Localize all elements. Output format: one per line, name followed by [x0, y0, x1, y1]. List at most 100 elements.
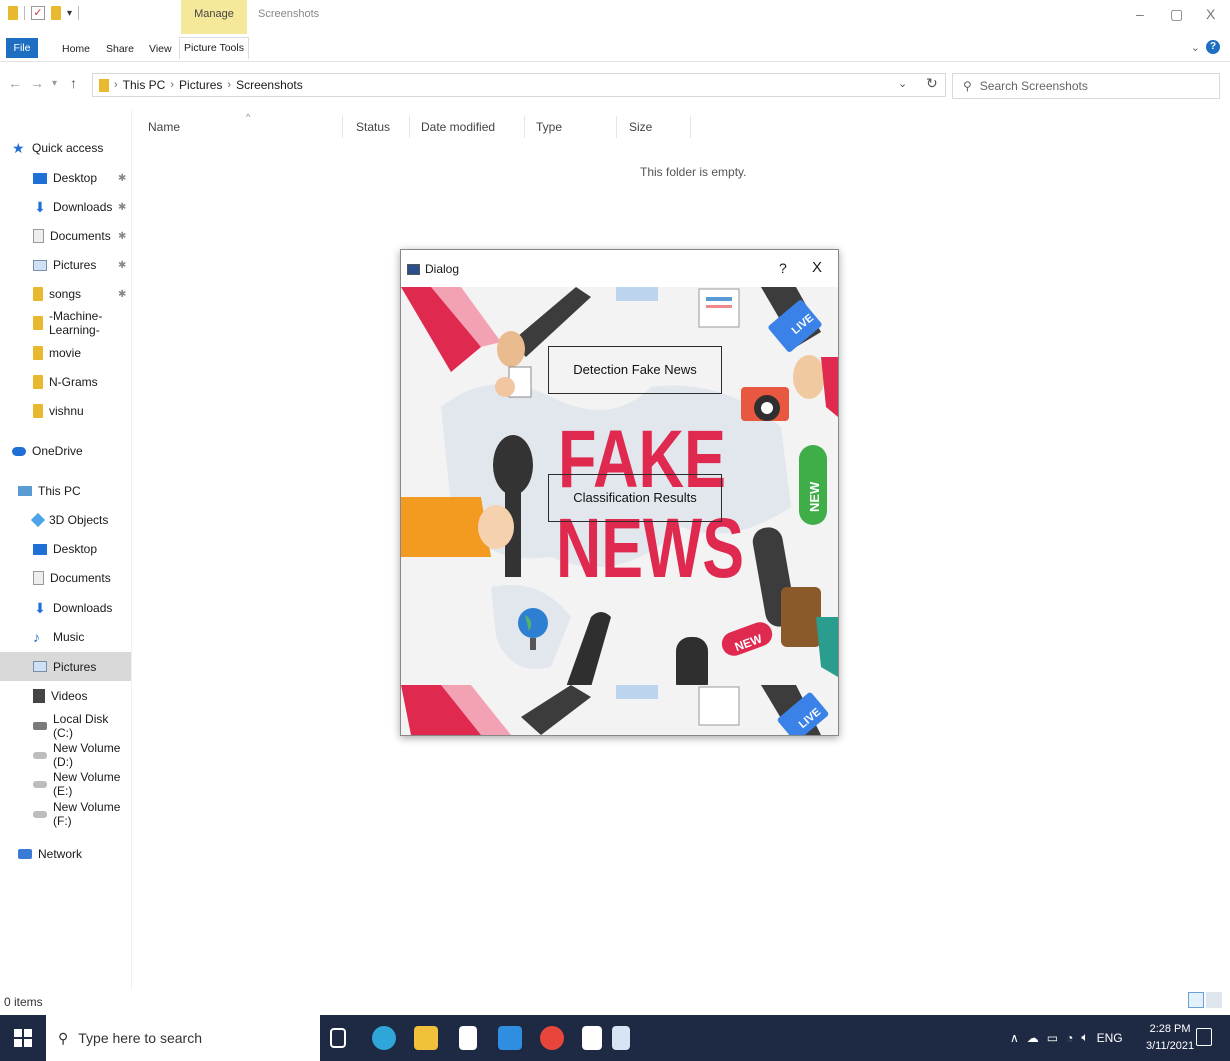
folder-icon — [33, 404, 43, 418]
up-arrow-icon[interactable]: ↑ — [70, 75, 77, 91]
sidebar-item-onedrive[interactable]: OneDrive — [0, 439, 131, 463]
dialog-help-button[interactable]: ? — [779, 260, 787, 276]
sidebar-item-downloads-pc[interactable]: ⬇ Downloads — [0, 596, 131, 620]
search-box[interactable]: ⚲ Search Screenshots — [952, 73, 1220, 99]
sidebar-item-vishnu[interactable]: vishnu — [0, 399, 131, 423]
forward-arrow-icon[interactable]: → — [30, 75, 44, 91]
breadcrumb-screenshots[interactable]: Screenshots — [236, 78, 303, 92]
pin-icon[interactable]: ✱ — [118, 231, 126, 242]
store-icon[interactable] — [459, 1026, 477, 1050]
customize-toolbar-icon[interactable]: ▾ — [67, 8, 72, 19]
detection-fake-news-button[interactable]: Detection Fake News — [548, 346, 722, 394]
ribbon: File Home Share View Picture Tools ⌄ ? — [0, 34, 1230, 62]
document-icon — [33, 229, 44, 243]
sidebar-item-label: Desktop — [53, 171, 98, 185]
onedrive-tray-icon[interactable]: ☁ — [1027, 1031, 1039, 1045]
pin-icon[interactable]: ✱ — [118, 202, 126, 213]
sidebar-item-3d-objects[interactable]: 3D Objects — [0, 508, 131, 532]
sidebar-item-documents[interactable]: Documents ✱ — [0, 224, 131, 248]
new-folder-icon[interactable] — [51, 6, 61, 20]
empty-folder-message: This folder is empty. — [640, 165, 747, 179]
dialog-close-button[interactable]: X — [812, 259, 822, 276]
pin-icon[interactable]: ✱ — [118, 173, 126, 184]
pin-icon[interactable]: ✱ — [118, 260, 126, 271]
sidebar-item-local-disk-c[interactable]: Local Disk (C:) — [0, 712, 131, 740]
3d-objects-icon — [30, 512, 46, 528]
address-bar[interactable]: › This PC › Pictures › Screenshots — [92, 73, 946, 97]
close-button[interactable]: X — [1206, 6, 1215, 22]
wifi-icon[interactable]: ◔ — [1066, 1031, 1073, 1045]
manage-tab[interactable]: Manage — [181, 8, 247, 20]
address-dropdown-icon[interactable]: ⌄ — [898, 77, 907, 90]
sidebar-item-volume-e[interactable]: New Volume (E:) — [0, 770, 131, 798]
tab-picture-tools[interactable]: Picture Tools — [179, 37, 249, 59]
column-header-size[interactable]: Size — [629, 120, 652, 134]
sidebar-item-songs[interactable]: songs ✱ — [0, 282, 131, 306]
chevron-right-icon[interactable]: › — [170, 79, 174, 91]
maximize-button[interactable]: ▢ — [1170, 6, 1183, 23]
details-view-icon[interactable] — [1188, 992, 1204, 1008]
sidebar-item-movie[interactable]: movie — [0, 341, 131, 365]
window-title: Screenshots — [258, 8, 320, 20]
task-view-icon[interactable] — [330, 1028, 346, 1048]
breadcrumb-pictures[interactable]: Pictures — [179, 78, 222, 92]
python-app-icon[interactable] — [612, 1026, 630, 1050]
minimize-button[interactable]: – — [1136, 6, 1144, 22]
battery-icon[interactable]: ▭ — [1047, 1031, 1058, 1045]
help-icon[interactable]: ? — [1206, 40, 1220, 54]
tab-share[interactable]: Share — [106, 43, 134, 55]
windows-start-icon[interactable] — [14, 1029, 32, 1047]
show-hidden-icons-icon[interactable]: ∧ — [1010, 1031, 1019, 1045]
column-header-name[interactable]: Name — [148, 120, 180, 134]
pin-icon[interactable]: ✱ — [118, 289, 126, 300]
sidebar-item-videos[interactable]: Videos — [0, 684, 131, 708]
sidebar-item-desktop[interactable]: Desktop ✱ — [0, 166, 131, 190]
chevron-right-icon[interactable]: › — [114, 79, 118, 91]
sidebar-item-documents-pc[interactable]: Documents — [0, 566, 131, 590]
taskbar-search-box[interactable]: ⚲ Type here to search — [46, 1015, 320, 1061]
folder-icon — [33, 316, 43, 330]
sidebar-item-volume-f[interactable]: New Volume (F:) — [0, 800, 131, 828]
large-icons-view-icon[interactable] — [1206, 992, 1222, 1008]
sidebar-item-label: Videos — [51, 689, 88, 703]
language-indicator[interactable]: ENG — [1097, 1031, 1123, 1045]
properties-icon[interactable]: ✓ — [31, 6, 45, 20]
app-icon[interactable] — [582, 1026, 602, 1050]
mail-icon[interactable] — [498, 1026, 522, 1050]
breadcrumb-this-pc[interactable]: This PC — [123, 78, 166, 92]
sidebar-item-machine-learning[interactable]: -Machine-Learning- — [0, 309, 131, 337]
fake-news-background-image: LIVE FAKE NEWS NEW NEW LIVE Detection Fa… — [401, 287, 838, 735]
recent-locations-icon[interactable]: ▾ — [52, 78, 57, 89]
volume-icon[interactable]: 🔈︎ — [1081, 1030, 1088, 1045]
sidebar-item-music[interactable]: ♪ Music — [0, 625, 131, 649]
videos-icon — [33, 689, 45, 703]
sidebar-item-pictures-pc[interactable]: Pictures — [0, 652, 131, 681]
tab-file[interactable]: File — [6, 38, 38, 58]
sidebar-item-this-pc[interactable]: This PC — [0, 479, 131, 503]
sidebar-item-desktop-pc[interactable]: Desktop — [0, 537, 131, 561]
chevron-down-icon[interactable]: ⌄ — [1191, 41, 1200, 54]
divider — [342, 116, 343, 138]
column-header-type[interactable]: Type — [536, 120, 562, 134]
sidebar-item-quick-access[interactable]: ★ Quick access — [0, 136, 131, 160]
notification-center-icon[interactable] — [1196, 1028, 1212, 1046]
column-header-status[interactable]: Status — [356, 120, 390, 134]
tab-home[interactable]: Home — [62, 43, 90, 55]
sidebar-item-pictures[interactable]: Pictures ✱ — [0, 253, 131, 277]
file-explorer-icon[interactable] — [414, 1026, 438, 1050]
refresh-icon[interactable]: ↻ — [926, 75, 938, 92]
sidebar-item-network[interactable]: Network — [0, 842, 131, 866]
search-placeholder: Search Screenshots — [979, 79, 1088, 93]
back-arrow-icon[interactable]: ← — [8, 75, 22, 91]
sidebar-item-downloads[interactable]: ⬇ Downloads ✱ — [0, 195, 131, 219]
edge-icon[interactable] — [372, 1026, 396, 1050]
tab-view[interactable]: View — [149, 43, 172, 55]
chrome-icon[interactable] — [540, 1026, 564, 1050]
sidebar-item-volume-d[interactable]: New Volume (D:) — [0, 741, 131, 769]
clock[interactable]: 2:28 PM 3/11/2021 — [1146, 1021, 1194, 1055]
classification-results-button[interactable]: Classification Results — [548, 474, 722, 522]
column-header-date-modified[interactable]: Date modified — [421, 120, 495, 134]
clock-time: 2:28 PM — [1149, 1023, 1191, 1035]
chevron-right-icon[interactable]: › — [227, 79, 231, 91]
sidebar-item-n-grams[interactable]: N-Grams — [0, 370, 131, 394]
